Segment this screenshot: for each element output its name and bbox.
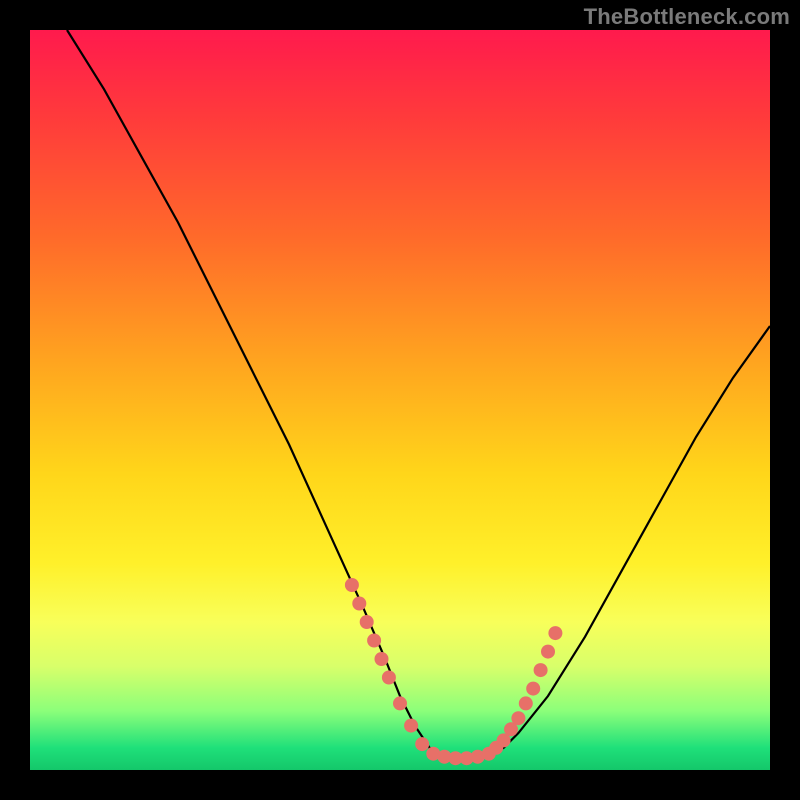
curve-marker	[345, 578, 359, 592]
curve-marker	[526, 682, 540, 696]
chart-frame: TheBottleneck.com	[0, 0, 800, 800]
curve-marker	[367, 634, 381, 648]
curve-marker	[548, 626, 562, 640]
curve-marker	[415, 737, 429, 751]
plot-area	[30, 30, 770, 770]
curve-marker	[541, 645, 555, 659]
curve-marker	[360, 615, 374, 629]
curve-marker	[393, 696, 407, 710]
curve-marker	[352, 597, 366, 611]
curve-marker	[382, 671, 396, 685]
curve-marker	[375, 652, 389, 666]
watermark-text: TheBottleneck.com	[584, 4, 790, 30]
curve-marker	[534, 663, 548, 677]
chart-svg	[30, 30, 770, 770]
curve-markers	[345, 578, 563, 765]
curve-marker	[519, 696, 533, 710]
bottleneck-curve	[67, 30, 770, 759]
curve-marker	[404, 719, 418, 733]
curve-marker	[511, 711, 525, 725]
